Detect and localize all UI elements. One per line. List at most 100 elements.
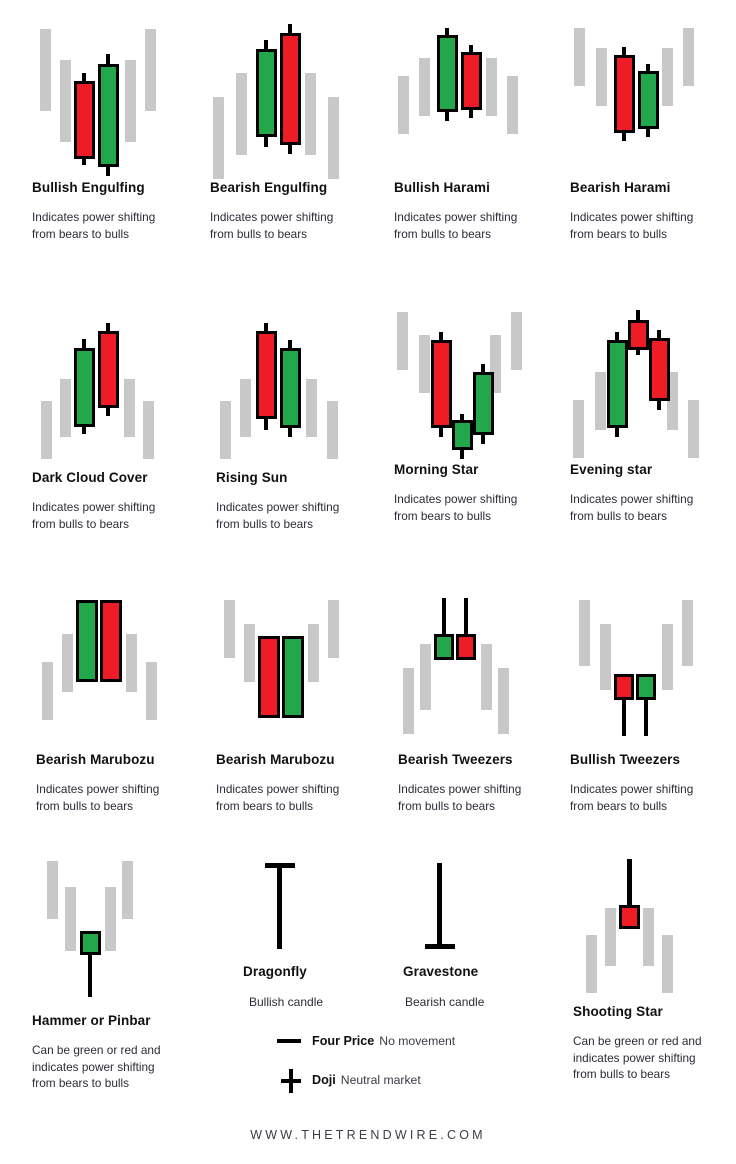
context-bar [65,887,76,951]
pattern-card-bearish-harami: Bearish Harami Indicates power shifting … [570,20,736,242]
candle-body-bullish [452,420,473,450]
context-bar [122,861,133,919]
context-bar [327,401,338,459]
legend-label: Doji [312,1073,336,1087]
pattern-title: Bullish Harami [394,180,490,195]
context-bar [419,58,430,116]
site-url-footer: WWW.THETRENDWIRE.COM [250,1128,486,1142]
context-bar [244,624,255,682]
pattern-chart-bearish-harami [570,20,736,180]
candle-body-bullish [282,636,304,718]
candle-body-bullish [437,35,458,112]
context-bar [419,335,430,393]
pattern-card-rising-sun: Rising Sun Indicates power shifting from… [216,310,386,532]
pattern-chart-bearish-marubozu-1 [36,592,206,752]
pattern-description: Indicates power shifting from bulls to b… [398,782,522,813]
pattern-chart-rising-sun [216,310,386,470]
candle-wick [437,863,442,949]
candle-body-bearish [614,55,635,133]
context-bar [481,644,492,710]
candle-body-bullish [80,931,101,955]
candle-body-bullish [607,340,628,428]
context-bar [403,668,414,734]
candle-wick [277,863,282,949]
candle-body-bullish [636,674,656,700]
context-bar [220,401,231,459]
context-bar [579,600,590,666]
pattern-title: Shooting Star [573,1004,663,1019]
pattern-card-bullish-engulfing: Bullish Engulfing Indicates power shifti… [32,20,202,242]
pattern-card-gravestone: Gravestone Bearish candle [403,855,523,1009]
pattern-title: Hammer or Pinbar [32,1013,151,1028]
pattern-description: Indicates power shifting from bulls to b… [32,500,156,531]
context-bar [596,48,607,106]
legend-label: Four Price [312,1034,375,1048]
context-bar [398,76,409,134]
pattern-description: Indicates power shifting from bulls to b… [216,500,340,531]
candle-body-bullish [434,634,454,660]
context-bar [47,861,58,919]
context-bar [600,624,611,690]
context-bar [146,662,157,720]
context-bar [105,887,116,951]
pattern-title: Gravestone [403,964,479,979]
context-bar [662,48,673,106]
context-bar [125,60,136,142]
context-bar [42,662,53,720]
pattern-card-hammer-or-pinbar: Hammer or Pinbar Can be green or red and… [32,855,202,1092]
pattern-card-bearish-marubozu-1: Bearish Marubozu Indicates power shiftin… [36,592,206,814]
pattern-title: Morning Star [394,462,479,477]
pattern-title: Bearish Marubozu [36,752,155,767]
pattern-chart-bullish-harami [394,20,564,180]
candle-body-bullish [473,372,494,435]
candle-body-bearish [258,636,280,718]
pattern-chart-bullish-engulfing [32,20,202,180]
candle-body-bullish [98,64,119,167]
pattern-chart-dragonfly [243,855,363,960]
pattern-card-dark-cloud-cover: Dark Cloud Cover Indicates power shiftin… [32,310,202,532]
plus-cross-icon [277,1069,303,1093]
context-bar [511,312,522,370]
candle-body-bullish [256,49,277,137]
pattern-chart-shooting-star [573,855,736,1000]
context-bar [60,379,71,437]
pattern-description: Indicates power shifting from bears to b… [570,782,694,813]
pattern-card-shooting-star: Shooting Star Can be green or red and in… [573,855,736,1083]
pattern-card-dragonfly: Dragonfly Bullish candle [243,855,363,1009]
context-bar [124,379,135,437]
context-bar [498,668,509,734]
pattern-card-evening-star: Evening star Indicates power shifting fr… [570,302,736,524]
pattern-description: Can be green or red and indicates power … [573,1034,702,1081]
horizontal-line-icon [277,1030,303,1052]
context-bar [662,624,673,690]
pattern-chart-morning-star [394,302,564,462]
pattern-chart-bearish-tweezers [398,592,568,752]
context-bar [643,908,654,966]
pattern-chart-evening-star [570,302,736,462]
candle-body-bearish [628,320,649,350]
pattern-description: Indicates power shifting from bears to b… [394,492,518,523]
legend-note: Neutral market [340,1073,421,1087]
context-bar [213,97,224,179]
pattern-title: Dark Cloud Cover [32,470,148,485]
pattern-chart-hammer-or-pinbar [32,855,202,1005]
context-bar [688,400,699,458]
context-bar [605,908,616,966]
candle-body-bullish [74,348,95,427]
pattern-title: Bearish Tweezers [398,752,513,767]
candle-body-bearish [98,331,119,408]
candlestick-pattern-infographic: Bullish Engulfing Indicates power shifti… [0,0,736,1164]
pattern-description: Indicates power shifting from bulls to b… [210,210,334,241]
context-bar [126,634,137,692]
context-bar [62,634,73,692]
context-bar [586,935,597,993]
pattern-chart-gravestone [403,855,523,960]
context-bar [486,58,497,116]
pattern-title: Bullish Engulfing [32,180,145,195]
candle-body-bearish [280,33,301,145]
candle-body-bearish [431,340,452,428]
candle-body-bullish [76,600,98,682]
context-bar [682,600,693,666]
candle-body-bearish [619,905,640,929]
context-bar [574,28,585,86]
